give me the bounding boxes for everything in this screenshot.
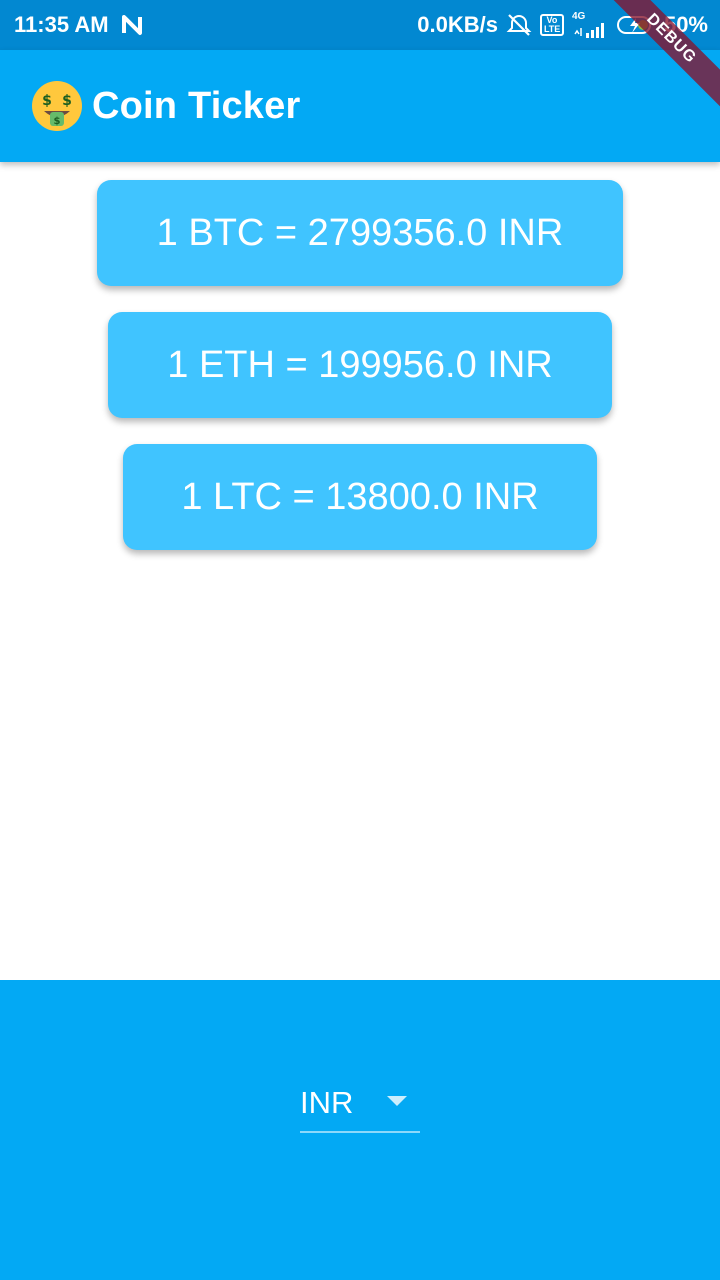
signal-icon: 4G (572, 12, 608, 38)
status-bar: 11:35 AM 0.0KB/s Vo LTE 4G 50% (0, 0, 720, 50)
arrow-drop-down-icon (386, 1094, 408, 1112)
svg-text:$: $ (54, 116, 61, 127)
network-speed: 0.0KB/s (417, 12, 498, 37)
svg-text:$: $ (42, 93, 52, 109)
currency-picker-panel: INR (0, 980, 720, 1280)
svg-text:$: $ (62, 93, 72, 109)
alarm-off-icon (506, 13, 532, 37)
signal-type: 4G (571, 11, 586, 22)
volte-icon: Vo LTE (539, 14, 564, 36)
currency-dropdown[interactable]: INR (300, 1080, 420, 1133)
currency-dropdown-value: INR (300, 1084, 354, 1120)
rate-card-btc: 1 BTC = 2799356.0 INR (97, 180, 623, 286)
money-mouth-face-icon: $ $ $ (32, 81, 82, 131)
volte-bottom: LTE (543, 24, 561, 34)
notification-n-icon (121, 14, 143, 36)
rate-card-eth: 1 ETH = 199956.0 INR (108, 312, 612, 418)
app-title: Coin Ticker (92, 84, 301, 127)
status-time: 11:35 AM (14, 12, 109, 37)
rate-card-ltc: 1 LTC = 13800.0 INR (123, 444, 597, 550)
status-left: 11:35 AM (14, 12, 143, 38)
app-bar: $ $ $ Coin Ticker (0, 50, 720, 162)
